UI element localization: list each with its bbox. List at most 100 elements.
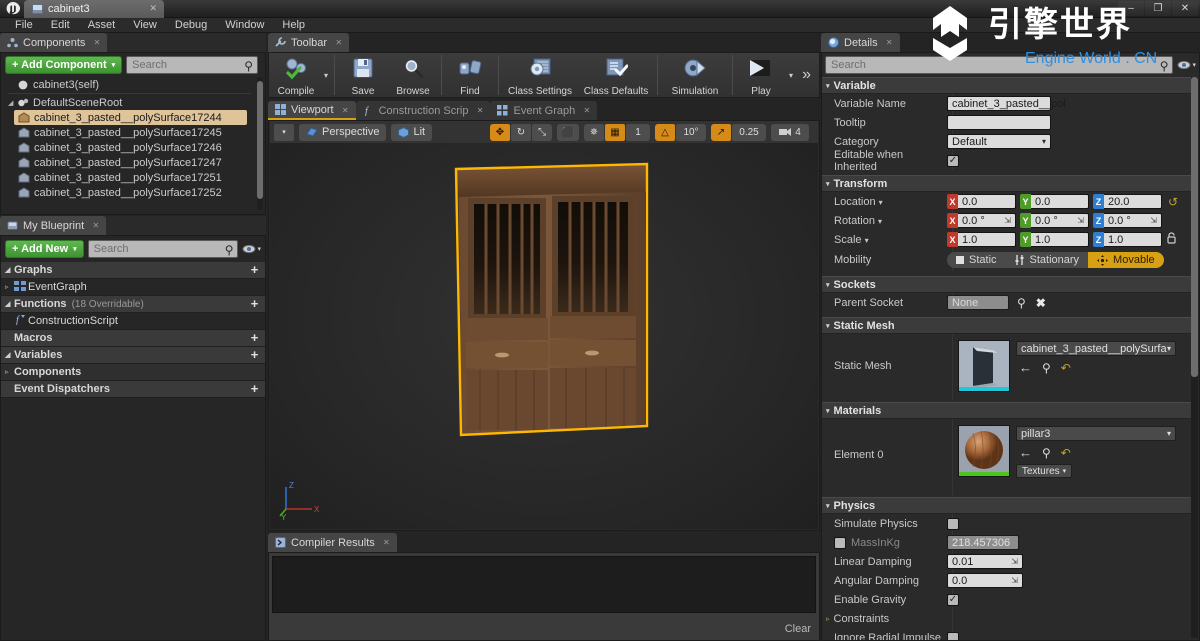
tree-row-self[interactable]: cabinet3(self): [4, 77, 255, 92]
chevron-right-icon[interactable]: ▹: [5, 368, 14, 376]
menu-item-asset[interactable]: Asset: [79, 18, 125, 33]
close-icon[interactable]: ✕: [149, 4, 157, 13]
tree-row-polysurface17246[interactable]: cabinet_3_pasted__polySurface17246: [14, 140, 255, 155]
tab-event-graph[interactable]: Event Graph ✕: [490, 101, 598, 120]
add-component-button[interactable]: + Add Component ▾: [5, 56, 123, 74]
reset-icon[interactable]: ↶: [1061, 361, 1071, 375]
tree-row-polysurface17244[interactable]: cabinet_3_pasted__polySurface17244: [14, 110, 247, 125]
chevron-down-icon[interactable]: ▾: [879, 198, 883, 207]
mobility-movable-button[interactable]: Movable: [1088, 252, 1164, 268]
chevron-down-icon[interactable]: ▾: [789, 71, 793, 80]
add-function-button[interactable]: +: [248, 297, 261, 311]
scale-z[interactable]: Z 1.0: [1093, 232, 1162, 247]
tooltip-input[interactable]: [947, 115, 1051, 130]
chevron-right-icon[interactable]: ▹: [5, 283, 14, 291]
class-defaults-button[interactable]: Class Defaults: [578, 51, 654, 100]
spinner-icon[interactable]: ⇲: [1011, 576, 1018, 585]
chevron-right-icon[interactable]: ▹: [826, 615, 830, 623]
section-macros[interactable]: Macros +: [1, 330, 265, 347]
lock-icon[interactable]: [1166, 232, 1177, 247]
tab-viewport[interactable]: Viewport ✕: [268, 101, 356, 120]
spinner-icon[interactable]: ⇲: [1004, 216, 1011, 225]
viewport-menu-button[interactable]: ▾: [274, 123, 294, 141]
camera-mode-button[interactable]: Perspective: [299, 123, 387, 141]
compile-button[interactable]: Compile: [271, 51, 321, 100]
myblueprint-search-input[interactable]: Search ⚲: [87, 240, 239, 258]
tab-construction-script[interactable]: f Construction Scrip ✕: [355, 101, 491, 120]
components-scrollbar-track[interactable]: [257, 77, 263, 210]
cabinet-mesh[interactable]: [440, 158, 690, 448]
close-icon[interactable]: ✕: [92, 221, 99, 230]
section-event-dispatchers[interactable]: Event Dispatchers +: [1, 381, 265, 398]
category-dropdown[interactable]: Default ▾: [947, 134, 1051, 149]
row-constraints[interactable]: ▹ Constraints: [822, 609, 1191, 628]
spinner-icon[interactable]: ⇲: [1150, 216, 1157, 225]
tree-row-default-scene-root[interactable]: ◢ DefaultSceneRoot: [4, 95, 255, 110]
scale-snap-toggle[interactable]: ↗: [711, 123, 731, 141]
magnifier-icon[interactable]: ⚲: [1042, 361, 1051, 375]
viewport-3d[interactable]: Z X Y: [270, 143, 818, 529]
world-space-toggle[interactable]: ⬛: [557, 123, 579, 141]
material-asset-dropdown[interactable]: pillar3 ▾: [1016, 426, 1176, 441]
tab-components[interactable]: Components ✕: [0, 33, 108, 52]
rotation-z-input[interactable]: 0.0 ° ⇲: [1104, 213, 1162, 228]
section-transform[interactable]: ▾ Transform: [822, 175, 1191, 192]
parent-socket-field[interactable]: None: [947, 295, 1009, 310]
arrow-left-icon[interactable]: ←: [1019, 445, 1032, 460]
section-static-mesh[interactable]: ▾ Static Mesh: [822, 317, 1191, 334]
maximize-button[interactable]: ❐: [1145, 1, 1171, 16]
toolbar-overflow-button[interactable]: »: [802, 66, 817, 84]
scale-value-dropdown[interactable]: 0.25: [732, 123, 766, 141]
class-settings-button[interactable]: Class Settings: [502, 51, 578, 100]
chevron-down-icon[interactable]: ▾: [324, 71, 328, 80]
grid-size-dropdown[interactable]: 1: [626, 123, 650, 141]
grid-snap-toggle[interactable]: ▦: [605, 123, 625, 141]
mass-override-checkbox[interactable]: ✓: [834, 536, 846, 549]
components-search-input[interactable]: Search ⚲: [126, 56, 258, 74]
close-icon[interactable]: ✕: [584, 106, 591, 115]
play-button[interactable]: Play: [736, 51, 786, 100]
ignore-radial-impulse-checkbox[interactable]: ✓: [947, 631, 959, 640]
simulate-physics-checkbox[interactable]: ✓: [947, 517, 959, 530]
editable-when-inherited-checkbox[interactable]: ✓: [947, 154, 959, 167]
location-z[interactable]: Z 20.0: [1093, 194, 1162, 209]
rotation-x[interactable]: X 0.0 ° ⇲: [947, 213, 1016, 228]
menu-item-debug[interactable]: Debug: [166, 18, 216, 33]
textures-button[interactable]: Textures ▾: [1016, 464, 1072, 478]
rotation-y-input[interactable]: 0.0 ° ⇲: [1031, 213, 1089, 228]
scale-y-input[interactable]: 1.0: [1031, 232, 1089, 247]
close-icon[interactable]: ✕: [383, 538, 390, 547]
rotate-tool-button[interactable]: ↻: [511, 123, 531, 141]
section-variable[interactable]: ▾ Variable: [822, 77, 1191, 94]
close-icon[interactable]: ✕: [477, 106, 484, 115]
angular-damping-input[interactable]: 0.0 ⇲: [947, 573, 1023, 588]
tab-my-blueprint[interactable]: My Blueprint ✕: [0, 216, 107, 235]
rotation-z[interactable]: Z 0.0 ° ⇲: [1093, 213, 1162, 228]
tree-row-polysurface17252[interactable]: cabinet_3_pasted__polySurface17252: [14, 185, 255, 200]
scale-x-input[interactable]: 1.0: [958, 232, 1016, 247]
minimize-button[interactable]: –: [1118, 1, 1144, 16]
tab-compiler-results[interactable]: Compiler Results ✕: [268, 533, 397, 552]
find-button[interactable]: Find: [445, 51, 495, 100]
menu-item-edit[interactable]: Edit: [42, 18, 79, 33]
linear-damping-input[interactable]: 0.01 ⇲: [947, 554, 1023, 569]
variable-name-input[interactable]: cabinet_3_pasted__pol: [947, 96, 1066, 111]
angle-snap-toggle[interactable]: △: [655, 123, 675, 141]
location-x-input[interactable]: 0.0: [958, 194, 1016, 209]
translate-tool-button[interactable]: ✥: [490, 123, 510, 141]
details-scrollbar-track[interactable]: [1191, 77, 1198, 638]
mobility-static-button[interactable]: Static: [947, 252, 1006, 268]
close-icon[interactable]: ✕: [94, 38, 101, 47]
chevron-down-icon[interactable]: ▾: [878, 217, 882, 226]
close-icon[interactable]: ✕: [886, 38, 893, 47]
list-item-eventgraph[interactable]: ▹ EventGraph: [1, 279, 265, 296]
clear-button[interactable]: Clear: [785, 623, 811, 635]
location-x[interactable]: X 0.0: [947, 194, 1016, 209]
section-materials[interactable]: ▾ Materials: [822, 402, 1191, 419]
clear-icon[interactable]: ✖: [1036, 296, 1046, 310]
details-search-input[interactable]: Search ⚲: [825, 56, 1174, 74]
location-z-input[interactable]: 20.0: [1104, 194, 1162, 209]
rotation-y[interactable]: Y 0.0 ° ⇲: [1020, 213, 1089, 228]
menu-item-help[interactable]: Help: [273, 18, 314, 33]
tree-row-polysurface17245[interactable]: cabinet_3_pasted__polySurface17245: [14, 125, 255, 140]
